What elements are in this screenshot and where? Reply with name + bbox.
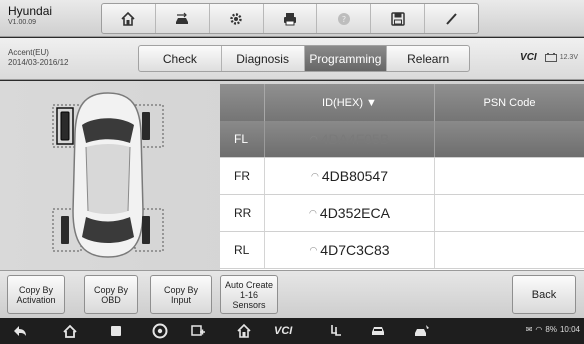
car-service-icon[interactable]	[414, 322, 430, 340]
connection-status: VCI 12.3V	[520, 52, 578, 63]
row-id-text: 4D352ECA	[319, 205, 390, 221]
tire-fr	[142, 112, 150, 140]
col-psn-header: PSN Code	[483, 96, 536, 109]
settings-icon	[230, 12, 242, 25]
recent-apps-icon[interactable]	[108, 322, 124, 340]
chrome-icon[interactable]	[152, 322, 168, 340]
row-id-text: 4DB80547	[321, 168, 389, 184]
battery-icon	[544, 53, 557, 62]
signal-icon: ◠	[309, 207, 317, 218]
tab-relearn[interactable]: Relearn	[387, 46, 469, 71]
col-id-header[interactable]: ID(HEX) ▼	[265, 84, 435, 121]
home-button[interactable]	[102, 4, 156, 33]
save-icon	[390, 11, 405, 26]
toolbar: ?	[101, 3, 479, 34]
signal-icon: ◠	[309, 133, 318, 144]
table-header: ID(HEX) ▼ PSN Code	[220, 84, 584, 121]
tab-programming[interactable]: Programming	[304, 46, 388, 71]
sensor-table: ID(HEX) ▼ PSN Code FL ◠ 4DA4F05B FR ◠ 4DB8…	[220, 84, 584, 270]
connection-icon[interactable]	[328, 322, 344, 340]
battery-percent: 8%	[545, 325, 557, 334]
row-sensor-id[interactable]: ◠ 4DA4F05B	[265, 121, 435, 157]
vehicle-info: Accent(EU) 2014/03-2016/12	[8, 48, 69, 68]
print-button[interactable]	[264, 4, 318, 33]
row-sensor-id[interactable]: ◠ 4D352ECA	[265, 195, 435, 231]
function-tabs: Check Diagnosis Programming Relearn	[138, 45, 470, 72]
tab-check[interactable]: Check	[139, 46, 222, 71]
row-position: FL	[220, 121, 265, 157]
save-button[interactable]	[371, 4, 426, 33]
table-row[interactable]: FR ◠ 4DB80547	[220, 158, 584, 195]
row-sensor-id[interactable]: ◠ 4DB80547	[265, 158, 435, 194]
svg-text:?: ?	[342, 15, 346, 24]
print-icon	[284, 12, 296, 25]
signal-icon: ◠	[309, 244, 318, 255]
row-id-text: 4D7C3C83	[320, 242, 390, 258]
clock-time: 10:04	[559, 325, 580, 334]
function-bar: Accent(EU) 2014/03-2016/12 Check Diagnos…	[0, 38, 584, 80]
help-icon: ?	[337, 12, 350, 25]
copy-by-input-button[interactable]: Copy By Input	[150, 275, 212, 314]
wifi-icon: ◠	[535, 325, 543, 334]
app-version: V1.00.09	[8, 19, 37, 26]
edit-icon	[445, 12, 457, 25]
row-position: RL	[220, 232, 265, 268]
car-top-view-icon	[52, 92, 164, 258]
row-id-text: 4DA4F05B	[320, 131, 390, 147]
table-row[interactable]: FL ◠ 4DA4F05B	[220, 121, 584, 158]
maxisys-icon[interactable]	[236, 322, 252, 340]
copy-by-activation-button[interactable]: Copy By Activation	[7, 275, 65, 314]
back-icon[interactable]	[12, 322, 28, 340]
copy-by-obd-button[interactable]: Copy By OBD	[84, 275, 138, 314]
vehicle-swap-icon	[176, 12, 189, 24]
tire-fl	[60, 111, 70, 141]
back-button[interactable]: Back	[512, 275, 576, 314]
tire-rr	[142, 216, 150, 244]
tire-rl	[61, 216, 69, 244]
settings-button[interactable]	[210, 4, 264, 33]
signal-icon: ◠	[310, 170, 319, 181]
vehicle-model: Accent(EU)	[8, 48, 49, 57]
vehicle-battery: 12.3V	[544, 53, 578, 62]
function-button-bar: Copy By Activation Copy By OBD Copy By I…	[0, 270, 584, 318]
home-icon[interactable]	[62, 322, 78, 340]
auto-create-sensors-button[interactable]: Auto Create 1-16 Sensors	[220, 275, 278, 314]
vehicle-swap-button[interactable]	[156, 4, 210, 33]
table-row[interactable]: RR ◠ 4D352ECA	[220, 195, 584, 232]
message-icon: ✉	[525, 325, 533, 334]
row-psn[interactable]	[435, 195, 584, 231]
vehicle-diagram	[0, 81, 220, 270]
row-sensor-id[interactable]: ◠ 4D7C3C83	[265, 232, 435, 268]
main-content: ID(HEX) ▼ PSN Code FL ◠ 4DA4F05B FR ◠ 4DB8…	[0, 81, 584, 270]
vci-status: VCI	[520, 52, 537, 63]
vehicle-years: 2014/03-2016/12	[8, 58, 69, 67]
screenshot-icon[interactable]	[190, 322, 206, 340]
row-psn[interactable]	[435, 158, 584, 194]
brand-block: Hyundai V1.00.09	[8, 5, 100, 27]
edit-button[interactable]	[425, 4, 478, 33]
system-navigation-bar: VCI ✉ ◠ 8% 10:04	[0, 318, 584, 344]
col-position-header	[220, 84, 265, 121]
car-icon[interactable]	[370, 322, 386, 340]
vci-icon[interactable]: VCI	[274, 322, 292, 340]
row-position: FR	[220, 158, 265, 194]
row-position: RR	[220, 195, 265, 231]
status-tray: ✉ ◠ 8% 10:04	[526, 325, 580, 334]
row-psn[interactable]	[435, 232, 584, 268]
battery-voltage: 12.3V	[559, 54, 578, 61]
help-button[interactable]: ?	[317, 4, 372, 33]
table-row[interactable]: RL ◠ 4D7C3C83	[220, 232, 584, 269]
tab-diagnosis[interactable]: Diagnosis	[222, 46, 305, 71]
home-icon	[121, 11, 135, 26]
brand-name: Hyundai	[8, 4, 53, 18]
row-psn[interactable]	[435, 121, 584, 157]
top-bar: Hyundai V1.00.09 ?	[0, 0, 584, 37]
